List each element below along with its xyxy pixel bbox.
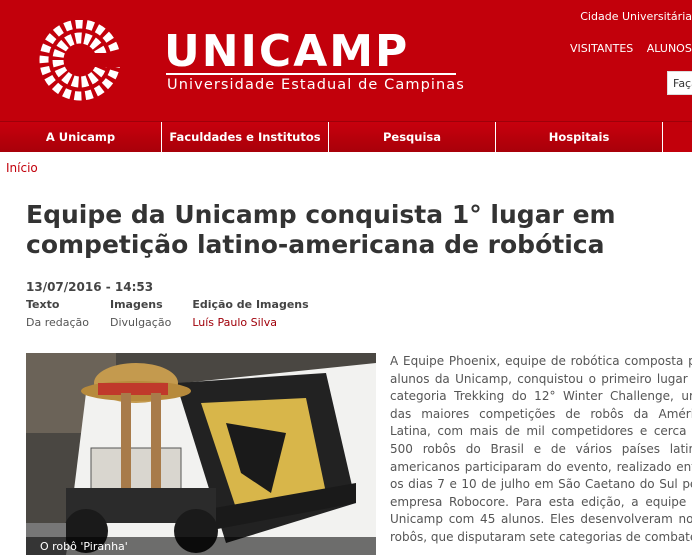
credit-label: Imagens [110, 298, 163, 311]
visitors-link[interactable]: VISITANTES [570, 42, 633, 55]
nav-item-faculdades[interactable]: Faculdades e Institutos [162, 122, 329, 152]
article-body: A Equipe Phoenix, equipe de robótica com… [390, 354, 692, 544]
site-header: UNICAMP Universidade Estadual de Campina… [0, 0, 692, 121]
unicamp-wordmark[interactable]: UNICAMP [164, 30, 409, 74]
students-link[interactable]: ALUNOS [647, 42, 692, 55]
city-link[interactable]: Cidade Universitária [580, 10, 692, 23]
nav-item-a-unicamp[interactable]: A Unicamp [0, 122, 162, 152]
article-credits: Texto Da redação Imagens Divulgação Ediç… [26, 298, 330, 329]
credit-value: Da redação [26, 316, 89, 329]
nav-item-hospitais[interactable]: Hospitais [496, 122, 663, 152]
unicamp-logo-icon[interactable] [30, 20, 130, 104]
top-links: VISITANTES ALUNOS [570, 42, 692, 55]
credit-images: Imagens Divulgação [110, 298, 171, 329]
search-input[interactable]: Faça [667, 71, 692, 95]
credit-label: Texto [26, 298, 60, 311]
credit-image-editing: Edição de Imagens Luís Paulo Silva [192, 298, 308, 329]
photo-caption: O robô 'Piranha' [26, 537, 376, 555]
university-subtitle: Universidade Estadual de Campinas [167, 77, 465, 93]
article-photo[interactable]: O robô 'Piranha' [26, 353, 376, 555]
credit-text: Texto Da redação [26, 298, 89, 329]
credit-editor-link[interactable]: Luís Paulo Silva [192, 316, 308, 329]
article-title: Equipe da Unicamp conquista 1° lugar em … [26, 200, 616, 259]
wordmark-divider [166, 73, 456, 75]
credit-value: Divulgação [110, 316, 172, 329]
article-date: 13/07/2016 - 14:53 [26, 280, 154, 294]
robot-photo-image [26, 353, 376, 555]
main-nav: A Unicamp Faculdades e Institutos Pesqui… [0, 121, 692, 152]
breadcrumb-home-link[interactable]: Início [6, 161, 38, 175]
credit-label: Edição de Imagens [192, 298, 309, 311]
nav-item-pesquisa[interactable]: Pesquisa [329, 122, 496, 152]
